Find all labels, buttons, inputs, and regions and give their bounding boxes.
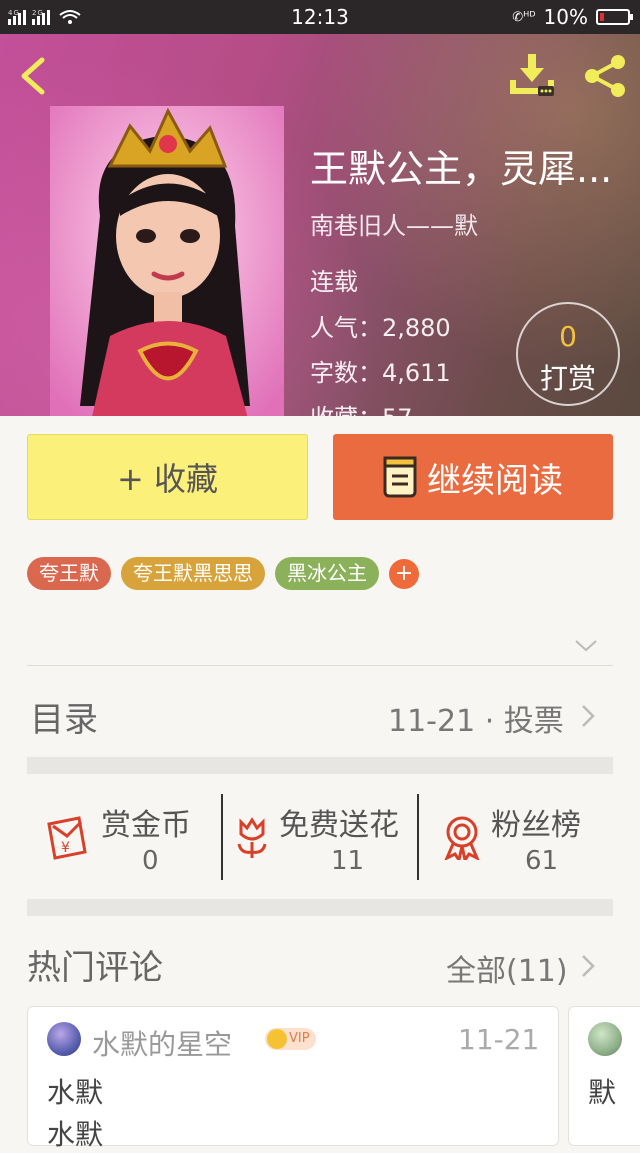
section-separator <box>27 757 613 774</box>
book-cover[interactable] <box>50 106 284 416</box>
comment-date: 11-21 <box>458 1023 540 1056</box>
coin-reward-stat[interactable]: ¥ 赏金币 0 <box>27 792 222 880</box>
crown-icon <box>267 1029 287 1049</box>
status-right: ✆ᴴᴰ 10% <box>512 5 633 29</box>
flower-icon <box>237 817 267 858</box>
medal-icon <box>444 816 480 860</box>
stat-value: 61 <box>525 846 559 876</box>
comment-card[interactable]: 水默的星空 VIP 11-21 水默 水默 <box>27 1006 559 1151</box>
add-to-favorites-button[interactable]: + 收藏 <box>27 434 308 520</box>
svg-text:¥: ¥ <box>61 840 70 856</box>
back-button[interactable] <box>14 56 54 96</box>
share-icon <box>585 55 625 97</box>
tip-count: 0 <box>559 320 577 353</box>
battery-percent: 10% <box>543 5 588 29</box>
battery-icon <box>596 9 633 25</box>
serial-status: 连载 <box>310 268 358 296</box>
tag-item[interactable]: 黑冰公主 <box>275 557 379 590</box>
comments-header[interactable]: 热门评论 全部(11) <box>0 916 640 1004</box>
chevron-down-icon[interactable] <box>574 638 598 654</box>
chevron-right-icon <box>582 705 595 727</box>
hd-call-icon: ✆ᴴᴰ <box>512 9 536 25</box>
favorite-label: + 收藏 <box>117 460 218 498</box>
stat-name: 免费送花 <box>279 808 399 843</box>
cover-illustration <box>50 106 284 416</box>
stat-value: 11 <box>331 846 365 876</box>
comment-username[interactable]: 水默的星空 <box>92 1023 232 1063</box>
book-icon <box>383 456 417 498</box>
fan-ranking-stat[interactable]: 粉丝榜 61 <box>419 792 613 880</box>
toc-row[interactable]: 目录 11-21 · 投票 <box>0 666 640 756</box>
popularity-stat: 人气：2,880 <box>310 314 451 342</box>
tip-button[interactable]: 0 打赏 <box>516 302 620 406</box>
toc-label: 目录 <box>30 700 98 740</box>
avatar[interactable] <box>47 1022 81 1056</box>
toc-update-vote: 11-21 · 投票 <box>388 704 564 739</box>
hot-comments-title: 热门评论 <box>27 948 163 988</box>
stat-value: 0 <box>142 846 159 876</box>
tag-list: 夸王默 夸王默黑思思 黑冰公主 + <box>27 557 419 590</box>
add-tag-button[interactable]: + <box>389 558 419 589</box>
download-icon <box>510 54 554 96</box>
stat-name: 赏金币 <box>101 808 191 843</box>
collect-count-stat: 收藏：57 <box>310 398 413 416</box>
chevron-right-icon <box>582 955 595 977</box>
status-bar: 4G 2G 12:13 ✆ᴴᴰ 10% <box>0 0 640 34</box>
comment-text-line: 默 <box>588 1076 617 1109</box>
tag-item[interactable]: 夸王默 <box>27 557 111 590</box>
book-author[interactable]: 南巷旧人——默 <box>310 206 478 241</box>
comment-card[interactable]: 默 <box>568 1006 640 1146</box>
avatar[interactable] <box>588 1022 622 1056</box>
section-separator <box>27 899 613 916</box>
book-header: 王默公主，灵犀... 南巷旧人——默 连载 人气：2,880 字数：4,611 … <box>0 34 640 416</box>
vip-label: VIP <box>289 1031 310 1046</box>
continue-label: 继续阅读 <box>427 460 563 501</box>
vip-badge: VIP <box>265 1028 316 1050</box>
word-count-stat: 字数：4,611 <box>310 359 451 387</box>
red-envelope-icon: ¥ <box>47 816 87 860</box>
stat-name: 粉丝榜 <box>491 808 581 843</box>
share-button[interactable] <box>580 52 630 100</box>
back-arrow-icon <box>21 57 45 95</box>
continue-reading-button[interactable]: 继续阅读 <box>333 434 613 520</box>
book-title: 王默公主，灵犀... <box>310 147 613 191</box>
comment-text-line: 水默 <box>47 1118 104 1151</box>
tip-label: 打赏 <box>539 362 596 395</box>
tag-item[interactable]: 夸王默黑思思 <box>121 557 265 590</box>
all-comments-link[interactable]: 全部(11) <box>446 946 568 990</box>
download-button[interactable] <box>506 52 558 98</box>
free-flower-stat[interactable]: 免费送花 11 <box>223 792 417 880</box>
comment-text-line: 水默 <box>47 1076 104 1109</box>
